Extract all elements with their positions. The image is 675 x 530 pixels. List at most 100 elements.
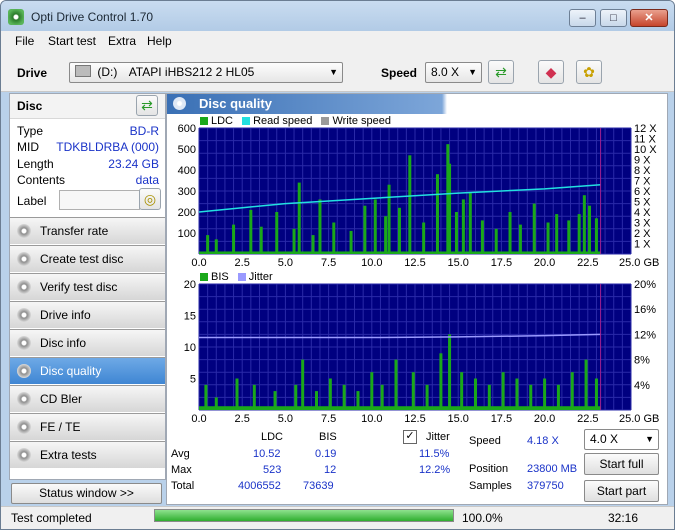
disc-header-title: Disc: [17, 99, 43, 113]
test-speed-select[interactable]: 4.0 X ▼: [584, 429, 659, 450]
app-icon: [8, 9, 24, 25]
refresh-speed-button[interactable]: ⇄: [488, 60, 514, 84]
ldc-bar: [318, 199, 322, 254]
ldc-bar: [373, 199, 377, 254]
nav-disc-icon: [17, 308, 31, 322]
y-tick-label: 600: [178, 123, 196, 135]
x-tick-label: 17.5: [491, 413, 512, 424]
ldc-bar: [546, 222, 550, 254]
y2-tick-label: 20%: [634, 279, 656, 291]
nav-extra-tests[interactable]: Extra tests: [10, 441, 165, 468]
start-part-button[interactable]: Start part: [584, 480, 659, 502]
close-button[interactable]: ✕: [630, 9, 668, 27]
bis-bar: [556, 384, 560, 410]
disc-icon[interactable]: ◎: [139, 188, 161, 210]
x-tick-label: 15.0: [447, 413, 468, 424]
menu-file[interactable]: File: [15, 34, 34, 48]
ldc-bar: [387, 184, 391, 254]
stats-total-ldc: 4006552: [238, 480, 281, 492]
disc-length-row: Length 23.24 GB: [17, 157, 159, 171]
speed-select[interactable]: 8.0 X ▼: [425, 62, 482, 83]
position-value: 23800 MB: [527, 463, 578, 475]
drive-letter: (D:): [97, 65, 118, 79]
minimize-button[interactable]: –: [569, 9, 596, 27]
x-tick-label: 22.5: [577, 413, 598, 424]
x-tick-label: 17.5: [491, 257, 512, 269]
y-tick-label: 15: [184, 311, 196, 323]
ldc-bar: [206, 235, 210, 254]
ldc-bar: [582, 195, 586, 254]
charts-svg: 0.0 2.5 5.0 7.5 10.0 12.5 15.0 17.5 20.0 22.5 25.0…: [178, 123, 660, 424]
erase-icon[interactable]: ◆: [538, 60, 564, 84]
jitter-checkbox[interactable]: ✓: [403, 430, 417, 444]
drive-select[interactable]: (D:) ATAPI iHBS212 2 HL05 ▼: [69, 62, 343, 83]
ldc-bar: [461, 199, 465, 254]
nav-create-test-disc[interactable]: Create test disc: [10, 245, 165, 272]
x-tick-label: 20.0: [534, 257, 555, 269]
x-tick-label: 25.0 GB: [619, 413, 659, 424]
bis-bar: [411, 372, 415, 410]
x-tick-label: 0.0: [191, 413, 206, 424]
samples-label: Samples: [469, 480, 512, 492]
stats-total-bis: 73639: [303, 480, 334, 492]
x-tick-label: 7.5: [321, 413, 336, 424]
sidebar: Disc ⇄ Type BD-R MID TDKBLDRBA (000) Lengt…: [9, 93, 166, 480]
nav-transfer-rate[interactable]: Transfer rate: [10, 217, 165, 244]
x-tick-label: 10.0: [361, 413, 382, 424]
menu-start-test[interactable]: Start test: [48, 34, 96, 48]
menu-help[interactable]: Help: [147, 34, 172, 48]
nav-disc-info[interactable]: Disc info: [10, 329, 165, 356]
nav-disc-icon: [17, 420, 31, 434]
menu-extra[interactable]: Extra: [108, 34, 136, 48]
disc-mid-row: MID TDKBLDRBA (000): [17, 140, 159, 154]
y2-tick-label: 1 X: [634, 239, 651, 251]
ldc-bar: [384, 216, 388, 254]
disc-label-input[interactable]: [59, 190, 140, 210]
nav-disc-icon: [17, 448, 31, 462]
nav-fe-te[interactable]: FE / TE: [10, 413, 165, 440]
ldc-bar: [454, 212, 458, 254]
bis-bar: [328, 378, 332, 410]
ldc-bar: [297, 182, 301, 254]
chevron-down-icon: ▼: [468, 67, 477, 77]
x-tick-label: 20.0: [534, 413, 555, 424]
chevron-down-icon: ▼: [645, 434, 654, 444]
x-tick-label: 12.5: [404, 257, 425, 269]
start-full-button[interactable]: Start full: [584, 453, 659, 475]
y-tick-label: 400: [178, 165, 196, 177]
toolbar: Drive (D:) ATAPI iHBS212 2 HL05 ▼ Speed …: [1, 51, 674, 92]
speed-label: Speed: [381, 66, 418, 80]
bis-bar: [380, 384, 384, 410]
status-window-button[interactable]: Status window >>: [11, 483, 162, 504]
position-label: Position: [469, 463, 509, 475]
ldc-bar: [508, 212, 512, 254]
nav-disc-quality[interactable]: Disc quality: [10, 357, 165, 384]
bis-baseline: [199, 406, 601, 410]
bis-bar: [204, 384, 208, 410]
nav-cd-bler[interactable]: CD Bler: [10, 385, 165, 412]
x-tick-label: 5.0: [278, 413, 293, 424]
nav-verify-test-disc[interactable]: Verify test disc: [10, 273, 165, 300]
disc-contents-row: Contents data: [17, 173, 159, 187]
bis-bar: [570, 372, 574, 410]
x-tick-label: 2.5: [235, 257, 250, 269]
y2-tick-label: 16%: [634, 304, 656, 316]
settings-icon[interactable]: ✿: [576, 60, 602, 84]
bis-bar: [515, 378, 519, 410]
stats-row-avg-label: Avg: [171, 448, 190, 460]
ldc-bar: [532, 203, 536, 254]
bis-bar: [356, 391, 360, 410]
ldc-bar: [577, 214, 581, 254]
ldc-bar: [422, 222, 426, 254]
drive-icon: [75, 65, 91, 77]
speed-value: 8.0 X: [431, 65, 460, 79]
refresh-disc-button[interactable]: ⇄: [136, 95, 158, 116]
nav-drive-info[interactable]: Drive info: [10, 301, 165, 328]
ldc-bar: [275, 212, 279, 254]
status-text: Test completed: [11, 511, 92, 525]
ldc-bar: [448, 163, 452, 254]
bis-bar: [214, 397, 218, 410]
maximize-button[interactable]: □: [600, 9, 627, 27]
ldc-bar: [397, 207, 401, 254]
bis-bar: [543, 378, 547, 410]
